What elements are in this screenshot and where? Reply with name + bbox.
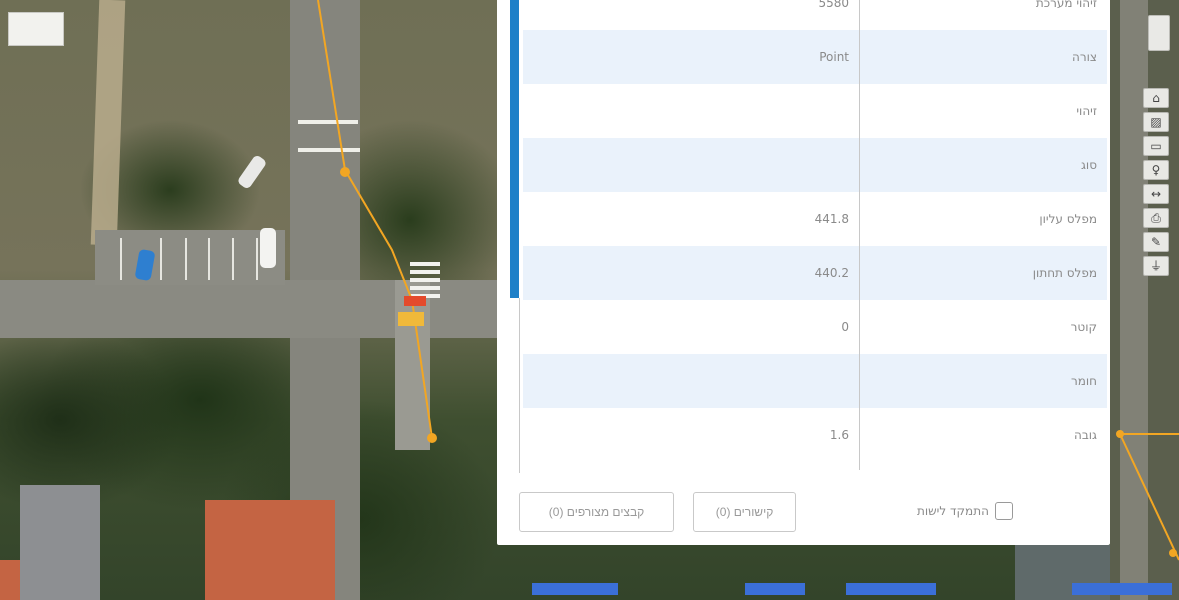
column-divider [859, 0, 860, 470]
table-row: 5580 זיהוי מערכת [523, 0, 1107, 30]
measure-icon[interactable]: ↔ [1143, 184, 1169, 204]
attribute-name: גובה [1074, 428, 1097, 442]
attribute-name: מפלס תחתון [1032, 266, 1097, 280]
attribute-value: Point [819, 50, 849, 64]
links-button[interactable]: קישורים (0) [693, 492, 796, 532]
manhole-point[interactable] [340, 167, 350, 177]
feature-info-panel: 1.6 גובה חומר 0 קוטר 440.2 מפלס תחתון 441.8 מפלס… [497, 0, 1110, 545]
divider [519, 298, 520, 473]
map-label [745, 583, 805, 595]
attribute-name: קוטר [1070, 320, 1097, 334]
print-icon[interactable]: ⎙ [1143, 208, 1169, 228]
attribute-value: 0 [841, 320, 849, 334]
table-row: חומר [523, 354, 1107, 408]
attribute-value: 441.8 [814, 212, 849, 226]
attribute-name: מפלס עליון [1039, 212, 1097, 226]
table-row: זיהוי [523, 84, 1107, 138]
attribute-name: צורה [1071, 50, 1097, 64]
table-row: 1.6 גובה [523, 408, 1107, 462]
attribute-value: 5580 [818, 0, 849, 10]
scrollbar-thumb[interactable] [510, 0, 519, 298]
table-row: 440.2 מפלס תחתון [523, 246, 1107, 300]
basemap-thumbnail[interactable] [8, 12, 64, 46]
focus-entity-label: התמקד לישות [917, 504, 989, 518]
selected-feature-highlight [398, 312, 424, 326]
attribute-value: 1.6 [829, 428, 849, 442]
manhole-point[interactable] [1116, 430, 1124, 438]
pipe-line [317, 0, 433, 439]
layers-icon[interactable]: ▨ [1143, 112, 1169, 132]
focus-entity-checkbox[interactable] [994, 502, 1013, 520]
attribute-table: 1.6 גובה חומר 0 קוטר 440.2 מפלס תחתון 441.8 מפלס… [523, 0, 1107, 470]
manhole-point[interactable] [427, 433, 437, 443]
map-label [532, 583, 618, 595]
manhole-point[interactable] [1169, 549, 1177, 557]
table-row: סוג [523, 138, 1107, 192]
window-icon[interactable]: ▭ [1143, 136, 1169, 156]
north-arrow-icon[interactable]: ⏚ [1143, 256, 1169, 276]
pencil-icon[interactable]: ✎ [1143, 232, 1169, 252]
zoom-control[interactable] [1148, 15, 1170, 51]
attribute-name: סוג [1080, 158, 1097, 172]
attached-files-button[interactable]: קבצים מצורפים (0) [519, 492, 674, 532]
map-label [1072, 583, 1172, 595]
panel-footer: קבצים מצורפים (0) קישורים (0) התמקד לישו… [497, 478, 1110, 545]
home-icon[interactable]: ⌂ [1143, 88, 1169, 108]
attribute-name: זיהוי מערכת [1035, 0, 1097, 10]
focus-entity-toggle[interactable]: התמקד לישות [917, 502, 1013, 520]
table-row: Point צורה [523, 30, 1107, 84]
map-toolbar: ⌂ ▨ ▭ ♀ ↔ ⎙ ✎ ⏚ [1143, 88, 1169, 276]
selected-feature-highlight [404, 296, 426, 306]
attribute-name: זיהוי [1076, 104, 1097, 118]
table-row: 0 קוטר [523, 300, 1107, 354]
lightbulb-icon[interactable]: ♀ [1143, 160, 1169, 180]
attribute-value: 440.2 [814, 266, 849, 280]
table-row: 441.8 מפלס עליון [523, 192, 1107, 246]
map-label [846, 583, 936, 595]
attribute-name: חומר [1070, 374, 1097, 388]
pipe-line [1119, 433, 1179, 561]
